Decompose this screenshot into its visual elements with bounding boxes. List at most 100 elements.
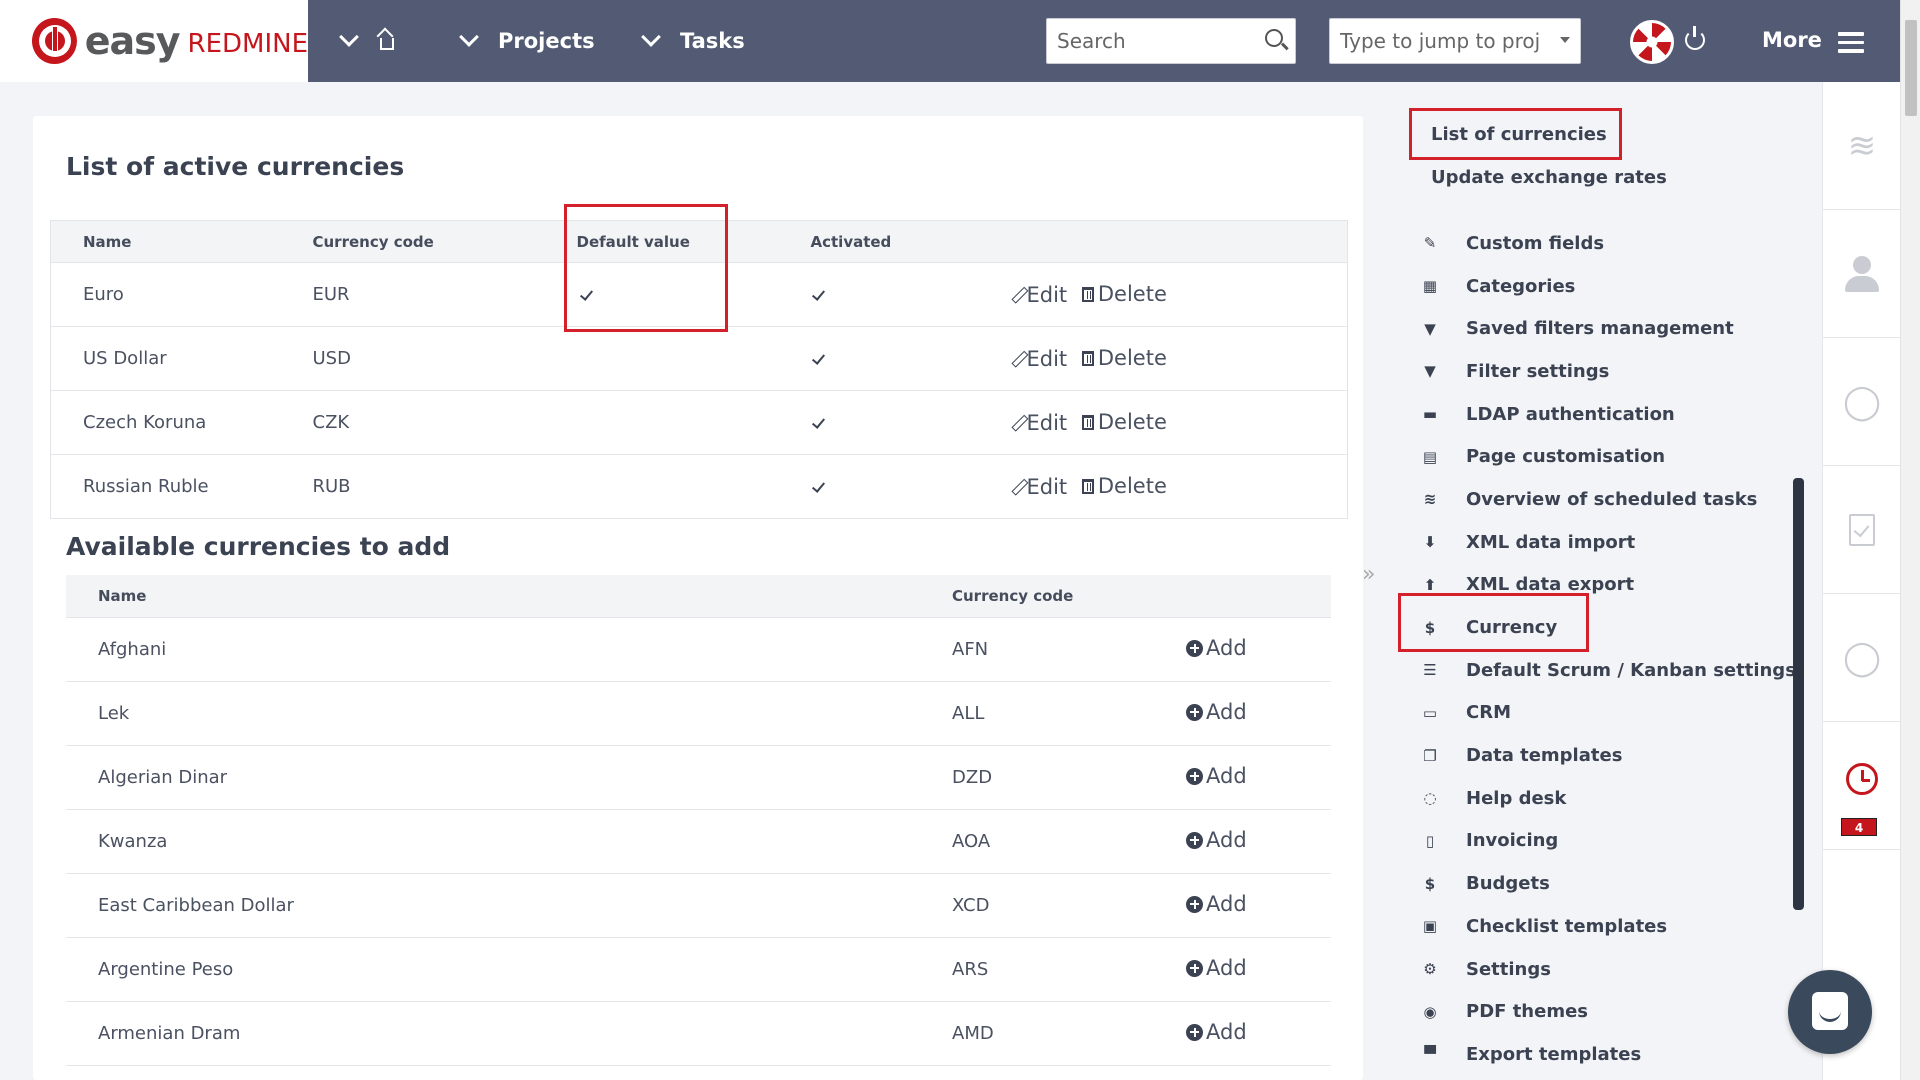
jump-to-project-input[interactable]	[1330, 19, 1580, 63]
rail-history[interactable]: 4	[1823, 722, 1901, 850]
table-header-row: Name Currency code	[66, 575, 1331, 618]
sidebar-item-label: CRM	[1466, 702, 1511, 724]
sidebar-item-categories[interactable]: ▦ Categories	[1420, 265, 1796, 308]
sidebar-item-pdf-themes[interactable]: ◉ PDF themes	[1420, 990, 1796, 1033]
more-menu-label[interactable]: More	[1762, 28, 1822, 52]
delete-button[interactable]: Delete	[1081, 410, 1167, 434]
page-scrollbar[interactable]	[1900, 0, 1920, 1080]
edit-icon: ✎	[1423, 234, 1437, 253]
activated-check-icon	[811, 351, 825, 365]
rail-user[interactable]	[1823, 210, 1901, 338]
nav-tasks[interactable]: Tasks	[641, 0, 745, 82]
edit-button[interactable]: Edit	[1011, 347, 1068, 371]
grid-icon: ▦	[1422, 277, 1438, 296]
page-scrollbar-thumb[interactable]	[1905, 20, 1917, 116]
delete-label: Delete	[1097, 282, 1167, 307]
sidebar-item-crm[interactable]: ▭ CRM	[1420, 692, 1796, 735]
trash-icon	[1081, 350, 1094, 366]
sidebar-item-invoicing[interactable]: ▯ Invoicing	[1420, 820, 1796, 863]
caret-down-icon[interactable]	[1560, 37, 1570, 43]
logo[interactable]: easy REDMINE	[0, 0, 308, 82]
add-button[interactable]: Add	[1186, 1020, 1247, 1044]
sidebar-item-help-desk[interactable]: ◌ Help desk	[1420, 777, 1796, 820]
sidebar-item-scheduled-tasks[interactable]: ≋ Overview of scheduled tasks	[1420, 478, 1796, 521]
print-icon: ▀	[1424, 1045, 1436, 1064]
rail-activity[interactable]: ≋	[1823, 82, 1901, 210]
sidebar-item-budgets[interactable]: $ Budgets	[1420, 862, 1796, 905]
upload-icon: ⬆	[1423, 575, 1437, 594]
sidebar-item-ldap[interactable]: ▬ LDAP authentication	[1420, 393, 1796, 436]
delete-button[interactable]: Delete	[1081, 282, 1167, 307]
avatar[interactable]	[1630, 20, 1674, 64]
rail-ideas[interactable]: ◯	[1823, 338, 1901, 466]
filter-icon: ▼	[1424, 319, 1436, 338]
sidebar-item-label: Checklist templates	[1466, 915, 1668, 937]
table-row: Kwanza AOA Add	[66, 809, 1331, 874]
column-header-activated[interactable]: Activated	[810, 220, 1011, 263]
delete-button[interactable]: Delete	[1081, 474, 1167, 498]
column-header-code[interactable]: Currency code	[952, 575, 1186, 618]
column-header-name[interactable]: Name	[66, 575, 952, 618]
sidebar-item-xml-import[interactable]: ⬇ XML data import	[1420, 521, 1796, 564]
live-chat-button[interactable]	[1788, 970, 1872, 1054]
edit-button[interactable]: Edit	[1011, 411, 1068, 435]
add-button[interactable]: Add	[1186, 956, 1247, 980]
currency-code: EUR	[312, 262, 567, 327]
edit-button[interactable]: Edit	[1011, 283, 1068, 307]
plus-circle-icon	[1186, 703, 1203, 721]
sidebar-item-label: XML data import	[1466, 531, 1636, 553]
sidebar-scrollbar-thumb[interactable]	[1793, 478, 1804, 910]
add-button[interactable]: Add	[1186, 892, 1247, 916]
column-header-name[interactable]: Name	[50, 220, 313, 263]
sidebar-item-data-templates[interactable]: ❐ Data templates	[1420, 734, 1796, 777]
rail-chat[interactable]: ◯	[1823, 594, 1901, 722]
column-header-code[interactable]: Currency code	[312, 220, 567, 263]
add-button[interactable]: Add	[1186, 700, 1247, 724]
add-label: Add	[1206, 764, 1247, 789]
sidebar-link-update-exchange-rates[interactable]: Update exchange rates	[1431, 167, 1667, 188]
chat-bubbles-icon: ◯	[1842, 637, 1882, 678]
home-icon[interactable]	[378, 36, 394, 50]
nav-projects[interactable]: Projects	[459, 0, 595, 82]
edit-button[interactable]: Edit	[1011, 475, 1068, 499]
sidebar-item-page-customisation[interactable]: ▤ Page customisation	[1420, 435, 1796, 478]
nav-tasks-label: Tasks	[680, 29, 745, 53]
edit-label: Edit	[1026, 282, 1068, 307]
search-icon[interactable]	[1265, 29, 1283, 47]
chevron-down-icon	[641, 27, 661, 47]
user-icon	[1845, 255, 1879, 292]
rail-tasks[interactable]	[1823, 466, 1901, 594]
sidebar-item-scrum-kanban[interactable]: ☰ Default Scrum / Kanban settings	[1420, 649, 1796, 692]
sidebar-item-filter-settings[interactable]: ▼ Filter settings	[1420, 350, 1796, 393]
activity-stack-icon: ≋	[1847, 125, 1877, 166]
jump-to-project-field	[1329, 18, 1581, 64]
search-input[interactable]	[1047, 19, 1295, 63]
delete-button[interactable]: Delete	[1081, 346, 1167, 370]
copy-icon: ❐	[1423, 746, 1437, 765]
power-icon[interactable]	[1685, 26, 1705, 50]
sidebar-item-checklist-templates[interactable]: ▣ Checklist templates	[1420, 905, 1796, 948]
sidebar-item-saved-filters[interactable]: ▼ Saved filters management	[1420, 307, 1796, 350]
activated-check-icon	[811, 415, 825, 429]
sidebar-item-export-templates[interactable]: ▀ Export templates	[1420, 1033, 1796, 1076]
highlight-list-of-currencies	[1409, 108, 1622, 160]
add-button[interactable]: Add	[1186, 636, 1247, 660]
invoice-icon: ▯	[1425, 831, 1435, 850]
home-menu[interactable]	[339, 0, 394, 82]
activated-check-icon	[811, 479, 825, 493]
nav-projects-label: Projects	[498, 29, 595, 53]
clipboard-check-icon	[1849, 513, 1875, 546]
table-row: Armenian Dram AMD Add	[66, 1001, 1331, 1066]
activated-check-icon	[811, 287, 825, 301]
history-count-badge: 4	[1841, 818, 1877, 836]
table-row: Lek ALL Add	[66, 681, 1331, 746]
sidebar-toggle-icon[interactable]: »	[1362, 562, 1375, 587]
add-button[interactable]: Add	[1186, 764, 1247, 788]
hamburger-menu-icon[interactable]	[1838, 32, 1864, 53]
column-header-actions	[1010, 220, 1348, 263]
ldap-icon: ▬	[1422, 405, 1438, 424]
sidebar-item-settings[interactable]: ⚙ Settings	[1420, 948, 1796, 991]
history-icon	[1846, 762, 1878, 795]
sidebar-item-custom-fields[interactable]: ✎ Custom fields	[1420, 222, 1796, 265]
add-button[interactable]: Add	[1186, 828, 1247, 852]
